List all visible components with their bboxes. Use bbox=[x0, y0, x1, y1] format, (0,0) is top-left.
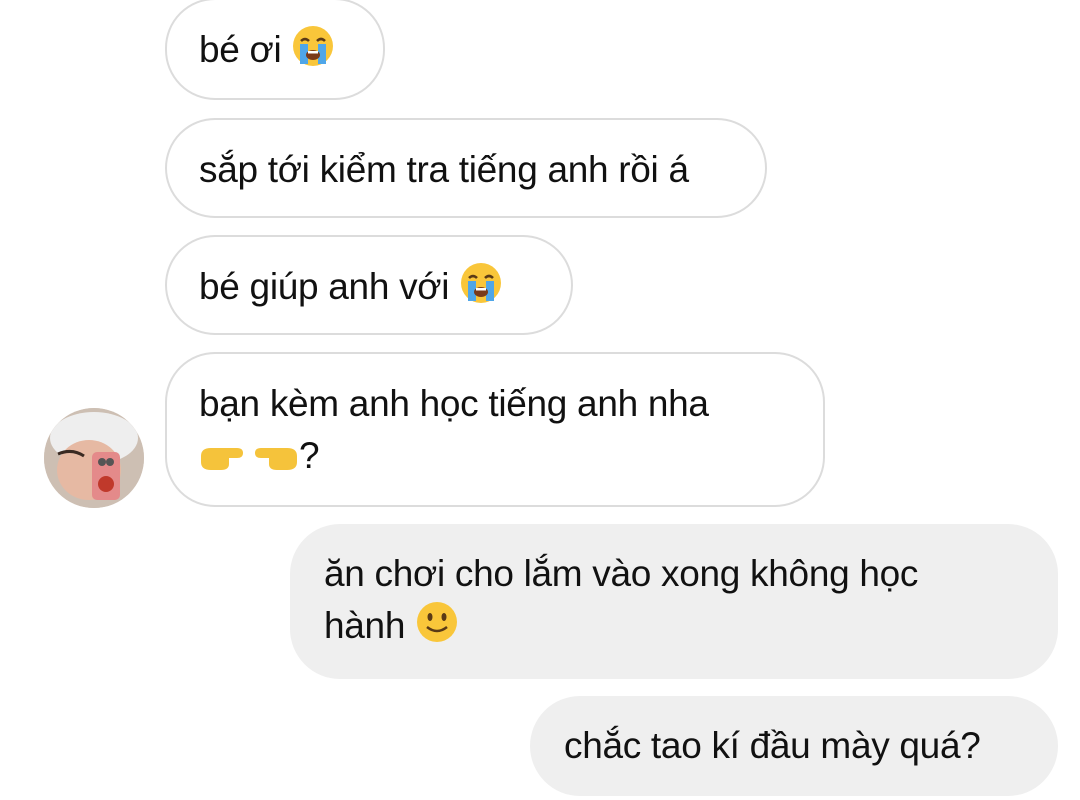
message-text: sắp tới kiểm tra tiếng anh rồi á bbox=[199, 149, 689, 190]
chat-thread: bé ơi sắp tới kiểm tra tiếng anh rồi á b… bbox=[0, 0, 1080, 800]
pointing-fingers-icon bbox=[199, 434, 299, 488]
message-text: bé giúp anh với bbox=[199, 266, 450, 307]
avatar[interactable] bbox=[44, 408, 144, 508]
received-message[interactable]: sắp tới kiểm tra tiếng anh rồi á bbox=[165, 118, 767, 218]
message-text: chắc tao kí đầu mày quá? bbox=[564, 725, 981, 766]
message-text: bé ơi bbox=[199, 29, 282, 70]
message-text-line: bạn kèm anh học tiếng anh nha bbox=[199, 383, 709, 424]
message-text-line: ăn chơi cho lắm vào xong không học bbox=[324, 553, 919, 594]
received-message[interactable]: bé ơi bbox=[165, 0, 385, 100]
sent-message[interactable]: chắc tao kí đầu mày quá? bbox=[530, 696, 1058, 796]
received-message[interactable]: bé giúp anh với bbox=[165, 235, 573, 335]
loudly-crying-face-icon bbox=[459, 261, 503, 319]
loudly-crying-face-icon bbox=[291, 24, 335, 82]
sent-message[interactable]: ăn chơi cho lắm vào xong không học hành bbox=[290, 524, 1058, 679]
message-text: ? bbox=[299, 435, 320, 476]
slightly-smiling-face-icon bbox=[415, 600, 459, 658]
received-message[interactable]: bạn kèm anh học tiếng anh nha ? bbox=[165, 352, 825, 507]
message-text: hành bbox=[324, 605, 406, 646]
